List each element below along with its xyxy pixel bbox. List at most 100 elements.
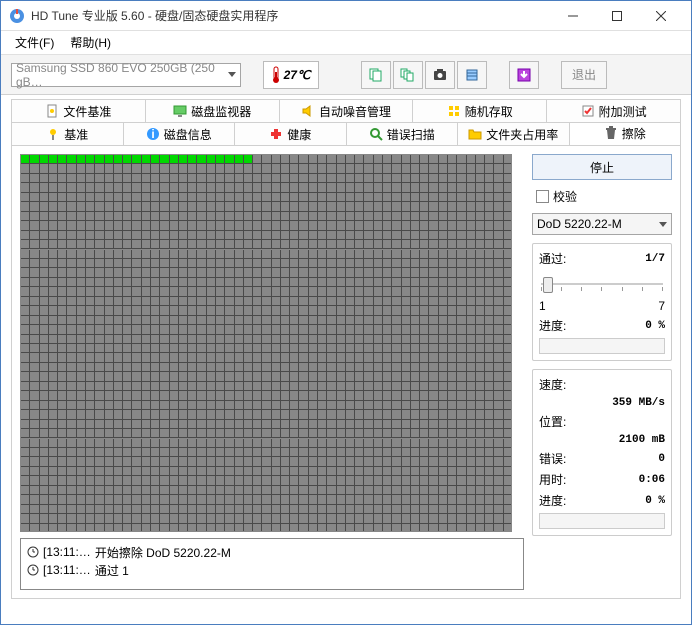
exit-button[interactable]: 退出 (561, 61, 607, 89)
tab-file-benchmark[interactable]: 文件基准 (12, 100, 146, 122)
copy-button[interactable] (361, 61, 391, 89)
close-button[interactable] (639, 1, 683, 31)
grid-cell (132, 250, 141, 259)
grid-cell (374, 250, 383, 259)
grid-cell (123, 231, 132, 240)
grid-cell (225, 382, 234, 391)
copy-all-button[interactable] (393, 61, 423, 89)
grid-cell (309, 335, 318, 344)
grid-cell (346, 382, 355, 391)
minimize-button[interactable] (551, 1, 595, 31)
grid-cell (364, 439, 373, 448)
tab-error-scan[interactable]: 错误扫描 (347, 123, 459, 145)
pass-label: 通过: (539, 250, 566, 267)
grid-cell (439, 297, 448, 306)
grid-cell (197, 391, 206, 400)
tab-aam[interactable]: 自动噪音管理 (280, 100, 414, 122)
grid-cell (281, 164, 290, 173)
grid-cell (244, 401, 253, 410)
grid-cell (346, 476, 355, 485)
grid-cell (392, 476, 401, 485)
menu-help[interactable]: 帮助(H) (62, 32, 119, 53)
grid-cell (216, 325, 225, 334)
grid-cell (457, 325, 466, 334)
grid-cell (420, 250, 429, 259)
grid-cell (207, 278, 216, 287)
drive-select[interactable]: Samsung SSD 860 EVO 250GB (250 gB… (11, 63, 241, 87)
grid-cell (318, 306, 327, 315)
grid-cell (160, 401, 169, 410)
grid-cell (170, 316, 179, 325)
grid-cell (429, 429, 438, 438)
verify-checkbox[interactable] (536, 190, 549, 203)
grid-cell (494, 467, 503, 476)
grid-cell (142, 448, 151, 457)
grid-cell (411, 439, 420, 448)
grid-cell (299, 174, 308, 183)
method-select[interactable]: DoD 5220.22-M (532, 213, 672, 235)
grid-cell (207, 372, 216, 381)
settings-button[interactable] (457, 61, 487, 89)
tab-extra-tests[interactable]: 附加测试 (547, 100, 680, 122)
grid-cell (160, 174, 169, 183)
tab-health[interactable]: 健康 (235, 123, 347, 145)
maximize-button[interactable] (595, 1, 639, 31)
grid-cell (123, 221, 132, 230)
grid-cell (123, 420, 132, 429)
grid-cell (374, 505, 383, 514)
grid-cell (494, 439, 503, 448)
grid-cell (420, 514, 429, 523)
tab-folder-usage[interactable]: 文件夹占用率 (458, 123, 570, 145)
screenshot-button[interactable] (425, 61, 455, 89)
grid-cell (30, 514, 39, 523)
grid-cell (504, 278, 512, 287)
stats-progress-label: 进度: (539, 492, 566, 509)
grid-cell (299, 467, 308, 476)
pass-slider[interactable] (539, 275, 665, 295)
grid-cell (197, 505, 206, 514)
grid-cell (439, 505, 448, 514)
grid-cell (114, 420, 123, 429)
grid-cell (197, 410, 206, 419)
grid-cell (197, 486, 206, 495)
grid-cell (309, 486, 318, 495)
grid-cell (420, 174, 429, 183)
grid-cell (420, 372, 429, 381)
tab-erase[interactable]: 擦除 (570, 123, 681, 145)
grid-cell (392, 231, 401, 240)
grid-cell (21, 155, 30, 164)
grid-cell (337, 155, 346, 164)
grid-cell (86, 268, 95, 277)
grid-cell (309, 439, 318, 448)
grid-cell (244, 155, 253, 164)
stop-button[interactable]: 停止 (532, 154, 672, 180)
grid-cell (364, 278, 373, 287)
grid-cell (197, 353, 206, 362)
grid-cell (364, 212, 373, 221)
grid-cell (207, 202, 216, 211)
grid-cell (485, 467, 494, 476)
save-button[interactable] (509, 61, 539, 89)
grid-cell (95, 174, 104, 183)
grid-cell (40, 401, 49, 410)
grid-cell (95, 212, 104, 221)
grid-cell (494, 221, 503, 230)
tab-disk-monitor[interactable]: 磁盘监视器 (146, 100, 280, 122)
grid-cell (86, 212, 95, 221)
grid-cell (485, 514, 494, 523)
grid-cell (114, 439, 123, 448)
menu-file[interactable]: 文件(F) (7, 32, 62, 53)
grid-cell (95, 410, 104, 419)
grid-cell (160, 429, 169, 438)
tab-random-access[interactable]: 随机存取 (413, 100, 547, 122)
grid-cell (383, 250, 392, 259)
grid-cell (374, 344, 383, 353)
speaker-icon (301, 104, 315, 118)
grid-cell (216, 420, 225, 429)
log-time: [13:11:… (43, 563, 91, 577)
grid-cell (21, 174, 30, 183)
grid-cell (411, 212, 420, 221)
tab-benchmark[interactable]: 基准 (12, 123, 124, 145)
tab-info[interactable]: i磁盘信息 (124, 123, 236, 145)
grid-cell (429, 467, 438, 476)
